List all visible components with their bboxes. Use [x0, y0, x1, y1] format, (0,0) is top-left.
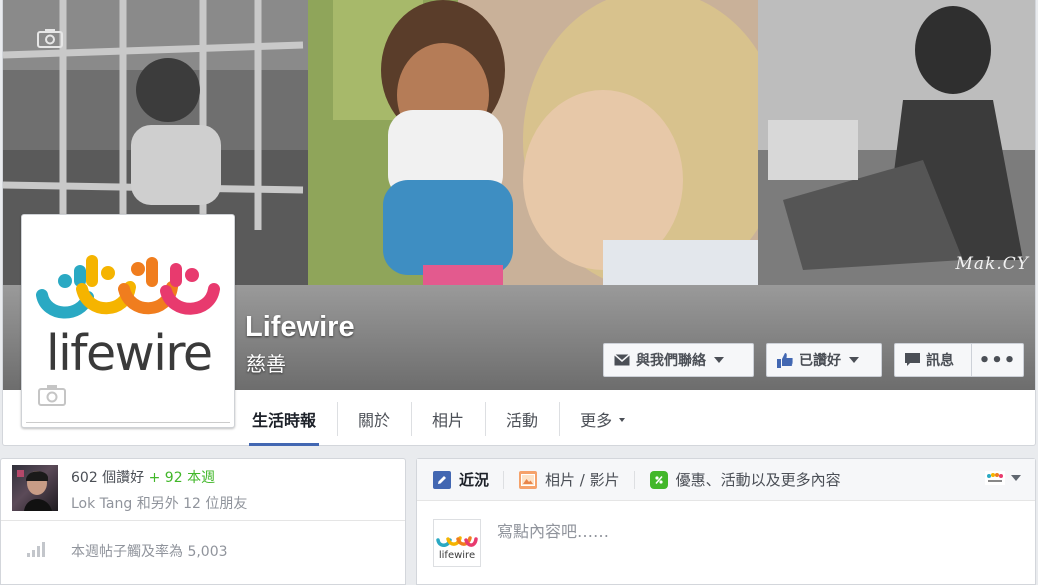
tab-timeline[interactable]: 生活時報 [249, 392, 320, 446]
page-stats-card: 602 個讚好 + 92 本週 Lok Tang 和另外 12 位朋友 本週帖子… [0, 458, 406, 585]
weekly-likes-text: + 92 本週 [148, 470, 216, 486]
tab-label: 活動 [506, 411, 539, 430]
contact-us-label: 與我們聯絡 [636, 353, 706, 369]
logo-wordmark: lifewire [46, 325, 213, 382]
composer-tab-offers-events[interactable]: 優惠、活動以及更多內容 [633, 459, 855, 501]
tab-about[interactable]: 關於 [337, 392, 411, 446]
page-tabs: 生活時報 關於 相片 活動 更多 [249, 392, 646, 446]
chevron-down-icon [619, 418, 626, 422]
liked-label: 已讚好 [799, 353, 841, 369]
profile-picture[interactable]: lifewire [21, 214, 235, 428]
offer-icon [649, 470, 668, 489]
likes-count: 602 個讚好 + 92 本週 [71, 467, 215, 487]
composer-tab-status[interactable]: 近況 [417, 459, 503, 501]
composer-tabs: 近況 相片 / 影片 優惠、活動以及更多內容 [417, 459, 1035, 501]
message-bubble-icon [905, 353, 920, 366]
post-reach-text: 本週帖子觸及率為 5,003 [71, 544, 228, 560]
tab-more[interactable]: 更多 [559, 392, 646, 446]
likes-count-text: 602 個讚好 [71, 470, 145, 486]
post-as-selector[interactable] [985, 471, 1021, 485]
pencil-icon [433, 470, 451, 489]
page-header-card: Mak.CY Lifewire 慈善 與我們聯絡 已讚好 訊息 ••• life… [2, 0, 1036, 446]
post-composer: 近況 相片 / 影片 優惠、活動以及更多內容 lifewire 寫點內容吧…… [416, 458, 1036, 585]
tab-label: 關於 [358, 411, 391, 430]
contact-us-button[interactable]: 與我們聯絡 [603, 343, 754, 377]
chevron-down-icon [1011, 475, 1021, 481]
camera-icon[interactable] [37, 28, 63, 52]
composer-tab-label: 相片 / 影片 [545, 471, 620, 489]
thumbs-up-icon [777, 353, 793, 368]
composer-avatar-wordmark: lifewire [439, 550, 475, 561]
composer-tab-label: 優惠、活動以及更多內容 [675, 471, 841, 489]
lifewire-logo: lifewire [26, 219, 230, 423]
tab-photos[interactable]: 相片 [411, 392, 485, 446]
tab-label: 生活時報 [252, 411, 317, 430]
envelope-icon [614, 354, 630, 366]
chevron-down-icon [714, 357, 724, 363]
tab-events[interactable]: 活動 [485, 392, 559, 446]
lifewire-mini-logo-icon [985, 471, 1005, 485]
composer-tab-label: 近況 [459, 471, 490, 489]
camera-icon[interactable] [38, 384, 66, 410]
message-button[interactable]: 訊息 [894, 343, 972, 377]
more-options-button[interactable]: ••• [971, 343, 1024, 377]
bar-chart-icon [27, 541, 45, 561]
page-title[interactable]: Lifewire [245, 311, 355, 344]
likes-summary[interactable]: 602 個讚好 + 92 本週 Lok Tang 和另外 12 位朋友 [1, 459, 405, 521]
photo-icon [519, 470, 538, 489]
liked-button[interactable]: 已讚好 [766, 343, 882, 377]
message-label: 訊息 [926, 353, 954, 369]
friends-who-like[interactable]: Lok Tang 和另外 12 位朋友 [71, 493, 247, 513]
chevron-down-icon [849, 357, 859, 363]
lifewire-logo-mark [36, 255, 220, 319]
tab-label: 更多 [580, 411, 613, 430]
tab-label: 相片 [432, 411, 465, 430]
composer-input[interactable]: 寫點內容吧…… [497, 518, 609, 542]
friend-avatar[interactable] [12, 465, 58, 511]
cover-watermark: Mak.CY [955, 254, 1029, 274]
composer-page-avatar: lifewire [433, 519, 481, 567]
page-category[interactable]: 慈善 [246, 348, 286, 377]
composer-tab-photo-video[interactable]: 相片 / 影片 [503, 459, 634, 501]
